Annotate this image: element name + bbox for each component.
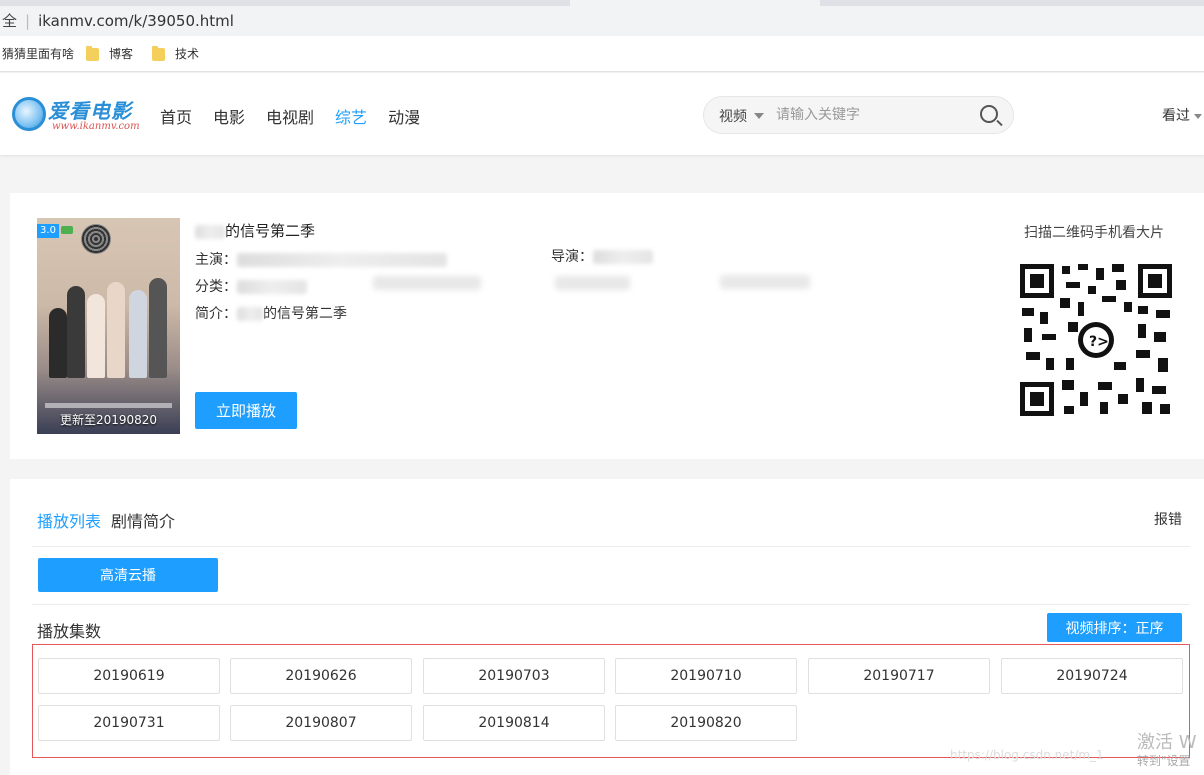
- divider: [32, 546, 1190, 547]
- folder-icon: [86, 45, 99, 61]
- playlist-tabs: 播放列表 剧情简介: [37, 508, 185, 532]
- bookmark-label: 猜猜里面有啥: [2, 47, 75, 61]
- address-separator: |: [25, 12, 31, 30]
- video-poster[interactable]: 3.0 更新至20190820: [37, 218, 180, 434]
- logo-url: www.ikanmv.com: [52, 121, 140, 132]
- activate-windows-watermark: 激活 W: [1137, 732, 1197, 753]
- nav-tv-series[interactable]: 电视剧: [266, 104, 314, 128]
- cast-label: 主演：: [195, 252, 237, 268]
- search-type-select[interactable]: 视频: [719, 106, 747, 126]
- chevron-down-icon: [1194, 113, 1202, 119]
- redacted-text: [720, 275, 810, 289]
- watermark-url: https://blog.csdn.net/m_1: [950, 748, 1104, 762]
- score-badge: 3.0: [37, 224, 59, 238]
- poster-cast-image: [45, 258, 173, 378]
- update-status: 更新至20190820: [59, 413, 158, 427]
- intro-value: 的信号第二季: [263, 306, 347, 322]
- main-nav: 首页 电影 电视剧 综艺 动漫: [160, 104, 441, 128]
- episode-button[interactable]: 20190731: [38, 705, 220, 741]
- report-error-link[interactable]: 报错: [1154, 509, 1182, 529]
- redacted-text: [555, 276, 630, 290]
- poster-caption: [45, 403, 172, 408]
- url-text[interactable]: ikanmv.com/k/39050.html: [38, 12, 234, 30]
- video-title: 的信号第二季: [195, 220, 447, 241]
- folder-icon: [152, 45, 165, 61]
- redacted-text: [237, 280, 307, 294]
- video-info: 的信号第二季 主演： 分类： 简介： 的信号第二季: [195, 220, 447, 328]
- director-label: 导演：: [551, 249, 593, 265]
- address-bar[interactable]: 全 | ikanmv.com/k/39050.html: [0, 6, 1204, 36]
- site-header: 爱看电影 www.ikanmv.com 首页 电影 电视剧 综艺 动漫 视频 看…: [0, 73, 1204, 155]
- playlist-card: 播放列表 剧情简介 报错 高清云播 播放集数 视频排序：正序 20190619 2…: [10, 479, 1204, 775]
- nav-movies[interactable]: 电影: [213, 104, 245, 128]
- logo-emblem-icon: [12, 97, 46, 131]
- tab-synopsis[interactable]: 剧情简介: [111, 512, 175, 531]
- site-logo[interactable]: 爱看电影 www.ikanmv.com: [12, 95, 140, 137]
- bookmark-label: 技术: [175, 47, 200, 61]
- chevron-down-icon[interactable]: [754, 113, 764, 119]
- redacted-text: [593, 250, 653, 264]
- category-label: 分类：: [195, 279, 237, 295]
- search-icon[interactable]: [980, 105, 998, 123]
- cast-row: 主演：: [195, 247, 447, 274]
- logo-text: 爱看电影: [48, 99, 132, 123]
- episode-button[interactable]: 20190807: [230, 705, 412, 741]
- play-now-button[interactable]: 立即播放: [195, 392, 297, 429]
- history-menu[interactable]: 看过: [1162, 105, 1202, 125]
- episode-button[interactable]: 20190717: [808, 658, 990, 694]
- bookmark-label: 博客: [109, 47, 134, 61]
- episodes-label: 播放集数: [37, 622, 102, 641]
- episode-button[interactable]: 20190710: [615, 658, 797, 694]
- activate-windows-sub: 转到"设置: [1137, 754, 1191, 768]
- director-row: 导演：: [551, 246, 653, 266]
- nav-anime[interactable]: 动漫: [388, 104, 420, 128]
- episode-button[interactable]: 20190703: [423, 658, 605, 694]
- redacted-text: [373, 276, 481, 290]
- qr-title: 扫描二维码手机看大片: [1024, 225, 1164, 241]
- episode-button[interactable]: 20190626: [230, 658, 412, 694]
- episode-button[interactable]: 20190814: [423, 705, 605, 741]
- sort-order-button[interactable]: 视频排序：正序: [1047, 613, 1182, 642]
- episode-list: 20190619 20190626 20190703 20190710 2019…: [32, 644, 1190, 758]
- tab-playlist[interactable]: 播放列表: [37, 512, 101, 531]
- redacted-text: [237, 307, 263, 321]
- search-box: 视频: [703, 96, 1014, 134]
- bookmark-item[interactable]: 猜猜里面有啥: [2, 46, 74, 62]
- bookmark-item[interactable]: 技术: [152, 45, 200, 62]
- intro-row: 简介： 的信号第二季: [195, 301, 447, 328]
- divider: [32, 604, 1190, 605]
- video-detail-card: 3.0 更新至20190820 的信号第二季 主演： 分类： 简介： 的信号第二季…: [10, 193, 1204, 459]
- qr-code-icon: ?>: [1018, 262, 1174, 418]
- search-input[interactable]: [776, 105, 966, 125]
- nav-variety[interactable]: 综艺: [335, 104, 367, 128]
- redacted-text: [195, 224, 225, 239]
- source-hd-cloud-button[interactable]: 高清云播: [38, 558, 218, 592]
- episode-button[interactable]: 20190724: [1001, 658, 1183, 694]
- disc-icon: [81, 224, 111, 254]
- hd-tag-icon: [61, 226, 73, 234]
- redacted-text: [237, 253, 447, 267]
- security-label: 全: [2, 12, 18, 30]
- history-label: 看过: [1162, 108, 1190, 124]
- episode-button[interactable]: 20190619: [38, 658, 220, 694]
- bookmarks-bar: 猜猜里面有啥 博客 技术: [0, 36, 1204, 72]
- svg-text:?>: ?>: [1089, 334, 1109, 350]
- intro-label: 简介：: [195, 306, 237, 322]
- episode-button[interactable]: 20190820: [615, 705, 797, 741]
- nav-home[interactable]: 首页: [160, 104, 192, 128]
- bookmark-item[interactable]: 博客: [86, 45, 134, 62]
